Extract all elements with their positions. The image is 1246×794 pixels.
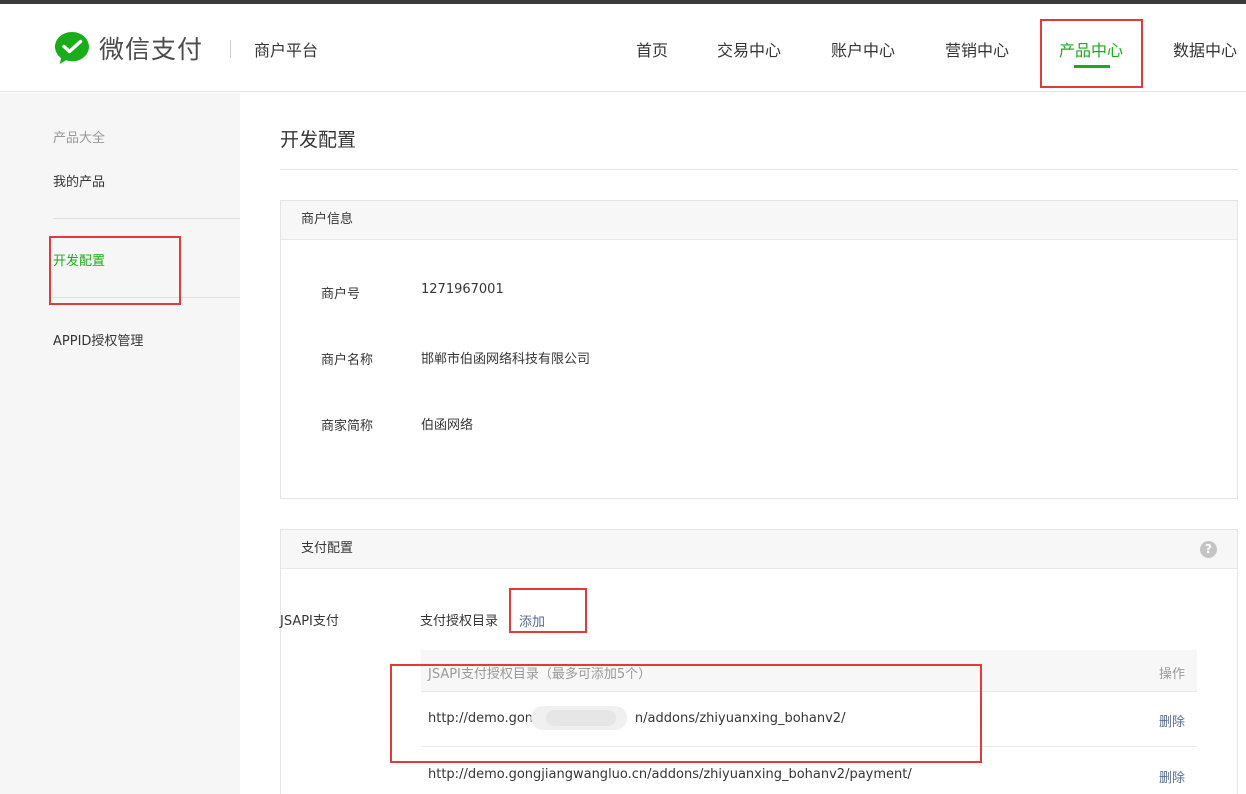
merchant-id-label: 商户号: [321, 287, 361, 302]
top-header: 微信支付 商户平台 首页 交易中心 账户中心 营销中心 产品中心 数据中心: [0, 4, 1246, 92]
pay-config-title: 支付配置: [301, 541, 354, 556]
sidebar-item-appid-auth[interactable]: APPID授权管理: [53, 330, 143, 349]
col-auth-dir: JSAPI支付授权目录（最多可添加5个）: [428, 667, 652, 682]
table-row: http://demo.gongjiangwangluo.cn/addons/z…: [421, 748, 1197, 794]
sidebar-group-label: 产品大全: [53, 131, 106, 146]
header-divider: [230, 40, 231, 58]
jsapi-pay-label: JSAPI支付: [280, 614, 339, 629]
pay-auth-dir-label: 支付授权目录: [420, 614, 499, 629]
auth-dir-table-header: JSAPI支付授权目录（最多可添加5个） 操作: [421, 650, 1197, 692]
nav-products[interactable]: 产品中心: [1059, 37, 1123, 61]
main-content: 开发配置 商户信息 商户号 1271967001 商户名称 邯郸市伯函网络科技有…: [240, 93, 1246, 794]
sidebar-item-dev-config[interactable]: 开发配置: [53, 250, 105, 269]
nav-account[interactable]: 账户中心: [831, 37, 895, 61]
nav-active-underline: [1074, 65, 1110, 68]
page-title: 开发配置: [280, 129, 357, 151]
auth-dir-url-prefix: http://demo.gongj: [428, 711, 545, 726]
delete-link[interactable]: 删除: [1159, 711, 1185, 730]
title-divider: [280, 169, 1238, 170]
merchant-short-name-value: 伯函网络: [421, 418, 474, 433]
wechat-pay-logo-icon: [55, 32, 89, 64]
wechat-pay-logo[interactable]: 微信支付: [53, 29, 203, 67]
merchant-short-name-label: 商家简称: [321, 419, 374, 434]
merchant-name-value: 邯郸市伯函网络科技有限公司: [421, 352, 591, 367]
merchant-info-panel: 商户信息 商户号 1271967001 商户名称 邯郸市伯函网络科技有限公司 商…: [280, 200, 1238, 499]
help-icon[interactable]: ?: [1200, 541, 1217, 558]
delete-link[interactable]: 删除: [1159, 767, 1185, 786]
add-dir-link[interactable]: 添加: [519, 611, 545, 630]
merchant-info-header: 商户信息: [281, 201, 1237, 240]
merchant-name-label: 商户名称: [321, 353, 374, 368]
logo-text: 微信支付: [99, 35, 204, 64]
table-row: http://demo.gongj n/addons/zhiyuanxing_bo…: [421, 692, 1197, 747]
col-operation: 操作: [1158, 667, 1185, 682]
merchant-info-title: 商户信息: [301, 212, 354, 227]
nav-data[interactable]: 数据中心: [1173, 37, 1237, 61]
auth-dir-url: http://demo.gongjiangwangluo.cn/addons/z…: [428, 767, 912, 782]
sidebar-divider: [53, 218, 240, 219]
platform-name: 商户平台: [254, 41, 319, 60]
auth-dir-url: http://demo.gongj n/addons/zhiyuanxing_bo…: [428, 711, 845, 726]
auth-dir-url-suffix: n/addons/zhiyuanxing_bohanv2/: [634, 711, 846, 726]
sidebar-divider: [53, 297, 240, 298]
nav-transactions[interactable]: 交易中心: [717, 37, 781, 61]
nav-marketing[interactable]: 营销中心: [945, 37, 1009, 61]
merchant-id-value: 1271967001: [421, 282, 504, 297]
nav-home[interactable]: 首页: [636, 37, 668, 61]
redaction-blur: [546, 710, 616, 726]
sidebar-item-my-products[interactable]: 我的产品: [53, 171, 105, 190]
sidebar: 产品大全 我的产品 开发配置 APPID授权管理: [0, 93, 240, 794]
pay-config-header: 支付配置 ?: [281, 530, 1237, 569]
